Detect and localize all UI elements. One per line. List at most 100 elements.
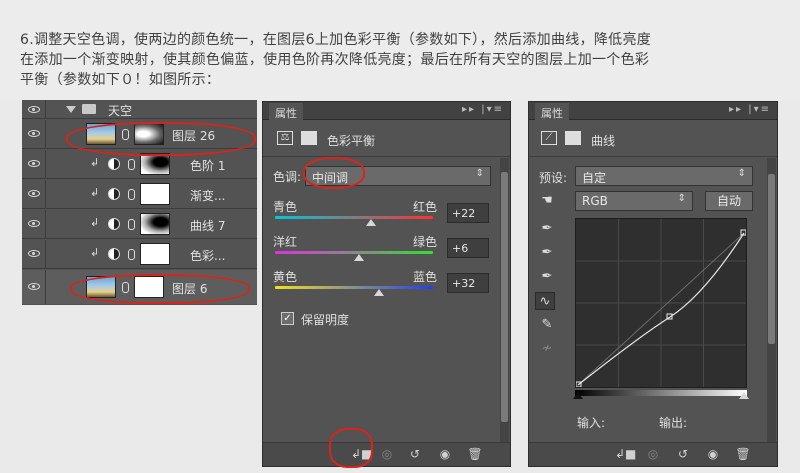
preset-label: 预设: bbox=[539, 171, 568, 185]
trash-icon[interactable]: 🗑 bbox=[735, 446, 751, 462]
link-icon bbox=[128, 159, 135, 170]
mask-icon[interactable] bbox=[301, 131, 317, 145]
instruction-line-1: 6.调整天空色调，使两边的颜色统一，在图层6上加色彩平衡（参数如下），然后添加曲… bbox=[20, 32, 652, 48]
curve-graph[interactable] bbox=[575, 218, 747, 388]
trash-icon[interactable]: 🗑 bbox=[467, 446, 483, 462]
cyan-red-slider[interactable] bbox=[275, 216, 433, 219]
mask-icon[interactable] bbox=[565, 131, 581, 145]
layer-group-row[interactable]: 天空 bbox=[22, 100, 257, 119]
annotation-circle bbox=[303, 157, 365, 189]
slider-knob[interactable] bbox=[353, 254, 364, 261]
adjustment-layer-icon bbox=[108, 158, 120, 170]
layer-name: 曲线 7 bbox=[190, 219, 226, 233]
layer-row[interactable]: ↲ 曲线 7 bbox=[22, 210, 257, 239]
stepper-arrows-icon: ⇕ bbox=[737, 168, 746, 179]
reset-icon[interactable]: ↺ bbox=[407, 446, 423, 462]
color-balance-panel: 属性 ▸▸ |▾≡ ⚖ 色彩平衡 色调: 中间调 ⇕ 青色 红色 +22 洋红 绿… bbox=[262, 101, 511, 468]
annotation-circle bbox=[66, 122, 256, 156]
eye-icon[interactable] bbox=[28, 220, 40, 227]
curve-point-tool-icon[interactable]: ∿ bbox=[535, 292, 555, 310]
panel-title: 曲线 bbox=[591, 134, 616, 148]
tone-label: 色调: bbox=[273, 170, 302, 184]
scrollbar-thumb[interactable] bbox=[501, 172, 508, 422]
layer-row[interactable]: ↲ 渐变... bbox=[22, 180, 257, 209]
black-point-slider[interactable] bbox=[573, 392, 583, 399]
slider-left-label: 青色 bbox=[273, 200, 298, 214]
adjustment-layer-icon bbox=[108, 218, 120, 230]
gray-eyedropper-icon[interactable]: ✒ bbox=[537, 244, 557, 262]
instruction-line-2: 在添加一个渐变映射，使其颜色偏蓝，使用色阶再次降低亮度；最后在所有天空的图层上加… bbox=[20, 52, 650, 68]
target-adjust-hand-icon[interactable]: ☚ bbox=[537, 192, 557, 210]
white-eyedropper-icon[interactable]: ✒ bbox=[537, 268, 557, 286]
eye-icon[interactable] bbox=[28, 283, 40, 290]
eye-icon[interactable] bbox=[28, 250, 40, 257]
white-point-slider[interactable] bbox=[739, 392, 749, 399]
clip-arrow-icon: ↲ bbox=[90, 156, 100, 169]
tab-properties[interactable]: 属性 bbox=[269, 103, 303, 120]
slider-knob[interactable] bbox=[374, 289, 385, 296]
cyan-red-value[interactable]: +22 bbox=[447, 203, 489, 223]
visibility-icon[interactable]: ◉ bbox=[437, 446, 453, 462]
annotation-circle bbox=[329, 428, 373, 468]
reset-icon[interactable]: ↺ bbox=[675, 446, 691, 462]
layer-mask-thumbnail bbox=[140, 213, 170, 235]
slider-knob[interactable] bbox=[366, 219, 377, 226]
eye-icon[interactable] bbox=[28, 106, 40, 113]
clip-arrow-icon: ↲ bbox=[90, 186, 100, 199]
scrollbar[interactable] bbox=[500, 158, 509, 442]
view-previous-icon[interactable]: ◎ bbox=[379, 446, 395, 462]
smooth-icon[interactable]: ≁ bbox=[537, 340, 557, 358]
curves-adjust-icon: ⟋ bbox=[541, 131, 557, 145]
layer-row[interactable]: ↲ 色彩... bbox=[22, 240, 257, 269]
auto-button[interactable]: 自动 bbox=[705, 191, 753, 211]
preserve-luminosity-checkbox[interactable]: ✓ bbox=[281, 312, 294, 325]
instruction-line-3: 平衡（参数如下０！如图所示： bbox=[20, 72, 221, 88]
black-eyedropper-icon[interactable]: ✒ bbox=[537, 220, 557, 238]
panel-menu-icon[interactable]: ▸▸ |▾≡ bbox=[462, 104, 504, 115]
folder-icon bbox=[82, 104, 96, 114]
layer-mask-thumbnail bbox=[140, 243, 170, 265]
preserve-luminosity-label: 保留明度 bbox=[301, 313, 350, 327]
layers-panel: 天空 图层 26 ↲ 色阶 1 ↲ 渐变... ↲ 曲线 7 ↲ 色彩... 图… bbox=[22, 100, 257, 305]
panel-title: 色彩平衡 bbox=[327, 134, 376, 148]
input-label: 输入: bbox=[577, 416, 606, 430]
slider-right-label: 红色 bbox=[413, 200, 438, 214]
adjustment-layer-icon bbox=[108, 248, 120, 260]
curves-panel: 属性 ▸▸ |▾≡ ⟋ 曲线 预设: 自定 ⇕ ☚ RGB ⇕ 自动 ✒ ✒ ✒ ∿… bbox=[528, 101, 778, 467]
preset-select[interactable]: 自定 ⇕ bbox=[575, 166, 753, 186]
instruction-text: 6.调整天空色调，使两边的颜色统一，在图层6上加色彩平衡（参数如下），然后添加曲… bbox=[0, 0, 800, 100]
clip-to-layer-icon[interactable]: ↲■ bbox=[615, 446, 636, 462]
yellow-blue-slider[interactable] bbox=[275, 286, 433, 289]
clip-arrow-icon: ↲ bbox=[90, 246, 100, 259]
channel-select[interactable]: RGB ⇕ bbox=[575, 191, 693, 211]
slider-right-label: 蓝色 bbox=[413, 270, 438, 284]
scrollbar-thumb[interactable] bbox=[768, 174, 775, 344]
stepper-arrows-icon: ⇕ bbox=[677, 193, 686, 204]
output-label: 输出: bbox=[659, 416, 688, 430]
view-previous-icon[interactable]: ◎ bbox=[645, 446, 661, 462]
scrollbar[interactable] bbox=[767, 158, 776, 442]
link-icon bbox=[128, 189, 135, 200]
layer-name: 渐变... bbox=[190, 189, 226, 203]
gradient-bar bbox=[575, 390, 747, 396]
pencil-tool-icon[interactable]: ✎ bbox=[537, 316, 557, 334]
link-icon bbox=[128, 249, 135, 260]
annotation-circle bbox=[70, 274, 250, 304]
tab-properties[interactable]: 属性 bbox=[535, 103, 569, 120]
curve-svg bbox=[575, 219, 747, 388]
panel-menu-icon[interactable]: ▸▸ |▾≡ bbox=[729, 104, 771, 115]
layer-mask-thumbnail bbox=[140, 183, 170, 205]
expand-triangle-icon[interactable] bbox=[66, 106, 76, 113]
stepper-arrows-icon: ⇕ bbox=[475, 168, 484, 179]
magenta-green-value[interactable]: +6 bbox=[447, 238, 489, 258]
slider-right-label: 绿色 bbox=[413, 235, 438, 249]
eye-icon[interactable] bbox=[28, 130, 40, 137]
clip-arrow-icon: ↲ bbox=[90, 216, 100, 229]
eye-icon[interactable] bbox=[28, 160, 40, 167]
visibility-icon[interactable]: ◉ bbox=[705, 446, 721, 462]
layer-name: 色彩... bbox=[190, 249, 226, 263]
eye-icon[interactable] bbox=[28, 190, 40, 197]
scale-icon: ⚖ bbox=[277, 131, 293, 145]
yellow-blue-value[interactable]: +32 bbox=[447, 273, 489, 293]
slider-left-label: 洋红 bbox=[273, 235, 298, 249]
